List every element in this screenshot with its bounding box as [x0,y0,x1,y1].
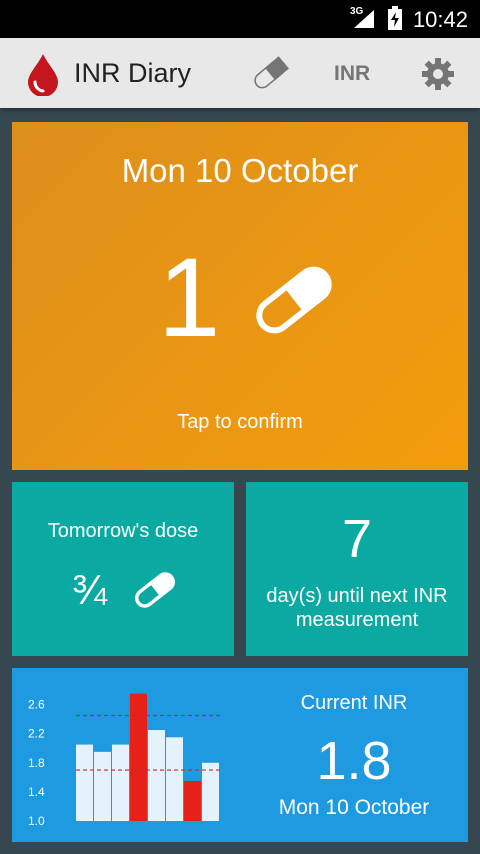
current-inr-value: 1.8 [316,731,392,791]
y-tick-label: 2.6 [28,698,45,712]
battery-charging-icon [388,6,402,30]
y-tick-label: 1.4 [28,785,45,799]
pill-icon [256,266,332,334]
today-dose-value: 1 [158,235,221,360]
inr-summary-card[interactable]: 2.6 2.2 1.8 1.4 1.0 Current INR 1.8 Mon 10 O… [12,668,468,842]
next-inr-card: 7 day(s) until next INR measurement [246,482,468,656]
y-tick-label: 1.8 [28,756,45,770]
inr-bar [148,730,165,821]
y-tick-label: 1.0 [28,814,45,828]
blood-drop-icon [28,54,58,96]
inr-bar [166,737,183,821]
inr-bar [112,744,129,821]
days-until-inr-label: day(s) until next INR measurement [266,585,448,631]
tomorrow-label: Tomorrow's dose [47,520,199,542]
inr-bar [94,751,111,821]
inr-bar [130,693,147,821]
signal-icon [354,10,374,28]
inr-bar [76,744,93,821]
y-tick-label: 2.2 [28,727,45,741]
pill-icon [135,572,175,608]
inr-bar [202,762,219,821]
inr-bar [184,780,201,821]
app-title: INR Diary [74,58,192,88]
clock: 10:42 [412,7,468,32]
today-dose-card[interactable]: Mon 10 October 1 Tap to confirm [12,122,468,470]
tomorrow-dose-value: ¾ [72,566,108,613]
tomorrow-dose-card: Tomorrow's dose ¾ [12,482,234,656]
pill-icon[interactable] [248,54,292,94]
app-bar: INR Diary INR [0,38,480,108]
gear-icon[interactable] [420,56,456,92]
days-until-inr: 7 [341,509,373,569]
tap-to-confirm-hint: Tap to confirm [177,411,303,433]
inr-history-chart: 2.6 2.2 1.8 1.4 1.0 [28,693,220,828]
current-inr-label: Current INR [300,692,408,714]
inr-button[interactable]: INR [334,62,370,86]
current-inr-date: Mon 10 October [278,796,430,819]
status-bar: 3G 10:42 [0,0,480,38]
today-date: Mon 10 October [121,152,359,189]
